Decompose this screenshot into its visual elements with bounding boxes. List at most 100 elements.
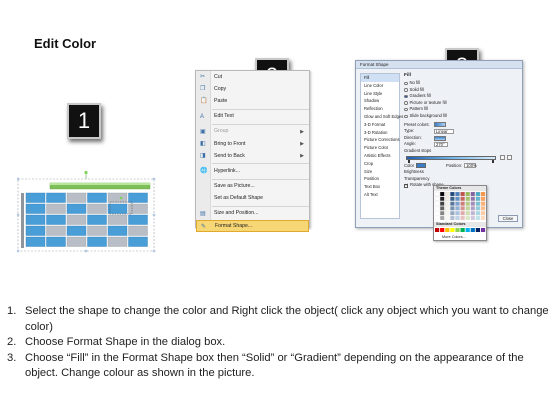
fill-option[interactable]: Slide background fill — [404, 113, 520, 120]
dialog-nav-item[interactable]: Text Box — [361, 183, 399, 191]
standard-color-swatch[interactable] — [440, 228, 445, 232]
color-swatch[interactable] — [460, 206, 465, 211]
color-swatch[interactable] — [480, 211, 486, 216]
dialog-nav-item[interactable]: Position — [361, 175, 399, 183]
grid-cell[interactable] — [66, 225, 87, 236]
dialog-nav-item[interactable]: Fill — [361, 74, 399, 82]
color-picker-button[interactable] — [416, 163, 426, 169]
fill-option[interactable]: Solid fill — [404, 87, 520, 94]
color-swatch[interactable] — [445, 196, 450, 201]
radio-button[interactable] — [404, 101, 408, 105]
standard-color-swatch[interactable] — [435, 228, 440, 232]
selected-shape-grid[interactable] — [17, 171, 157, 253]
fill-option[interactable]: Picture or texture fill — [404, 100, 520, 107]
grid-cell[interactable] — [87, 214, 107, 225]
grid-cell[interactable] — [107, 225, 128, 236]
color-swatch[interactable] — [480, 201, 486, 206]
color-swatch[interactable] — [475, 215, 481, 221]
color-swatch[interactable] — [480, 196, 486, 201]
color-swatch[interactable] — [465, 206, 470, 211]
menu-item-copy[interactable]: ❐ Copy — [196, 83, 309, 95]
color-swatch[interactable] — [450, 211, 455, 216]
menu-item-save-as-picture[interactable]: Save as Picture... — [196, 181, 309, 193]
grid-cell[interactable] — [87, 192, 107, 203]
color-swatch[interactable] — [470, 191, 476, 197]
gradient-stops-bar[interactable] — [406, 154, 514, 163]
color-swatch[interactable] — [475, 201, 481, 206]
menu-item-send-to-back[interactable]: ◨ Send to Back ▶ — [196, 150, 309, 162]
color-swatch[interactable] — [475, 211, 481, 216]
standard-color-swatch[interactable] — [450, 228, 455, 232]
remove-stop-icon[interactable] — [507, 154, 512, 160]
grid-cell[interactable] — [128, 225, 148, 236]
grid-cell[interactable] — [66, 236, 87, 247]
color-swatch[interactable] — [465, 196, 470, 201]
theme-color-swatches[interactable] — [434, 191, 486, 221]
fill-option[interactable]: Pattern fill — [404, 106, 520, 113]
dialog-nav-item[interactable]: Picture Corrections — [361, 136, 400, 144]
dialog-nav-item[interactable]: 3-D Format — [361, 121, 399, 129]
radio-button[interactable] — [404, 88, 408, 92]
radio-button[interactable] — [404, 94, 408, 99]
rotate-checkbox[interactable]: ✓ — [404, 183, 408, 188]
color-swatch[interactable] — [450, 196, 455, 201]
color-swatch[interactable] — [455, 211, 460, 216]
standard-color-swatch[interactable] — [475, 228, 480, 232]
color-swatch[interactable] — [460, 191, 465, 197]
radio-button[interactable] — [404, 107, 408, 112]
grid-cell[interactable] — [128, 192, 148, 203]
color-swatch[interactable] — [434, 196, 440, 201]
grid-cell[interactable] — [25, 192, 46, 203]
standard-color-swatch[interactable] — [465, 228, 470, 232]
grid-cell[interactable] — [46, 236, 66, 247]
color-swatch[interactable] — [445, 215, 450, 221]
standard-color-swatch[interactable] — [480, 228, 486, 232]
color-swatch[interactable] — [465, 211, 470, 216]
grid-cell[interactable] — [25, 214, 46, 225]
menu-item-group[interactable]: ▣ Group ▶ — [196, 126, 309, 138]
dialog-nav-item[interactable]: Size — [361, 168, 399, 176]
color-swatch[interactable] — [465, 191, 470, 197]
dialog-nav-item[interactable]: Crop — [361, 160, 399, 168]
grid-cell[interactable] — [25, 236, 46, 247]
color-swatch[interactable] — [470, 201, 476, 206]
standard-color-swatch[interactable] — [445, 228, 450, 232]
color-swatch[interactable] — [465, 215, 470, 221]
grid-cell[interactable] — [87, 225, 107, 236]
color-swatch[interactable] — [475, 206, 481, 211]
grid-cell[interactable] — [107, 203, 128, 214]
color-swatch[interactable] — [460, 215, 465, 221]
color-swatch[interactable] — [480, 191, 486, 197]
grid-cell[interactable] — [87, 203, 107, 214]
type-select[interactable]: Linear — [434, 128, 454, 134]
menu-item-paste[interactable]: 📋 Paste — [196, 95, 309, 107]
color-swatch[interactable] — [445, 206, 450, 211]
standard-color-swatch[interactable] — [460, 228, 465, 232]
color-swatch[interactable] — [439, 196, 445, 201]
color-swatch[interactable] — [470, 211, 476, 216]
grid-cell[interactable] — [87, 236, 107, 247]
grid-cell[interactable] — [46, 203, 66, 214]
color-swatch[interactable] — [455, 191, 460, 197]
grid-cell[interactable] — [128, 214, 148, 225]
more-colors-link[interactable]: More Colors... — [434, 234, 486, 240]
color-swatch[interactable] — [470, 206, 476, 211]
grid-cell[interactable] — [107, 214, 128, 225]
color-swatch[interactable] — [445, 191, 450, 197]
grid-cell[interactable] — [25, 203, 46, 214]
color-swatch[interactable] — [455, 196, 460, 201]
menu-item-size-and-position[interactable]: ▤ Size and Position... — [196, 208, 309, 220]
grid-cell[interactable] — [128, 236, 148, 247]
dialog-nav-item[interactable]: Glow and Soft Edges — [361, 113, 403, 121]
color-swatch[interactable] — [445, 211, 450, 216]
angle-field[interactable]: 270° — [434, 142, 448, 148]
color-swatch[interactable] — [434, 206, 440, 211]
color-swatch[interactable] — [439, 215, 445, 221]
color-swatch[interactable] — [460, 196, 465, 201]
grid-cell[interactable] — [66, 192, 87, 203]
add-stop-icon[interactable] — [500, 154, 505, 160]
color-swatch[interactable] — [450, 215, 455, 221]
dialog-nav-item[interactable]: Artistic Effects — [361, 152, 399, 160]
menu-item-cut[interactable]: ✂ Cut — [196, 71, 309, 83]
grid-cell[interactable] — [46, 225, 66, 236]
